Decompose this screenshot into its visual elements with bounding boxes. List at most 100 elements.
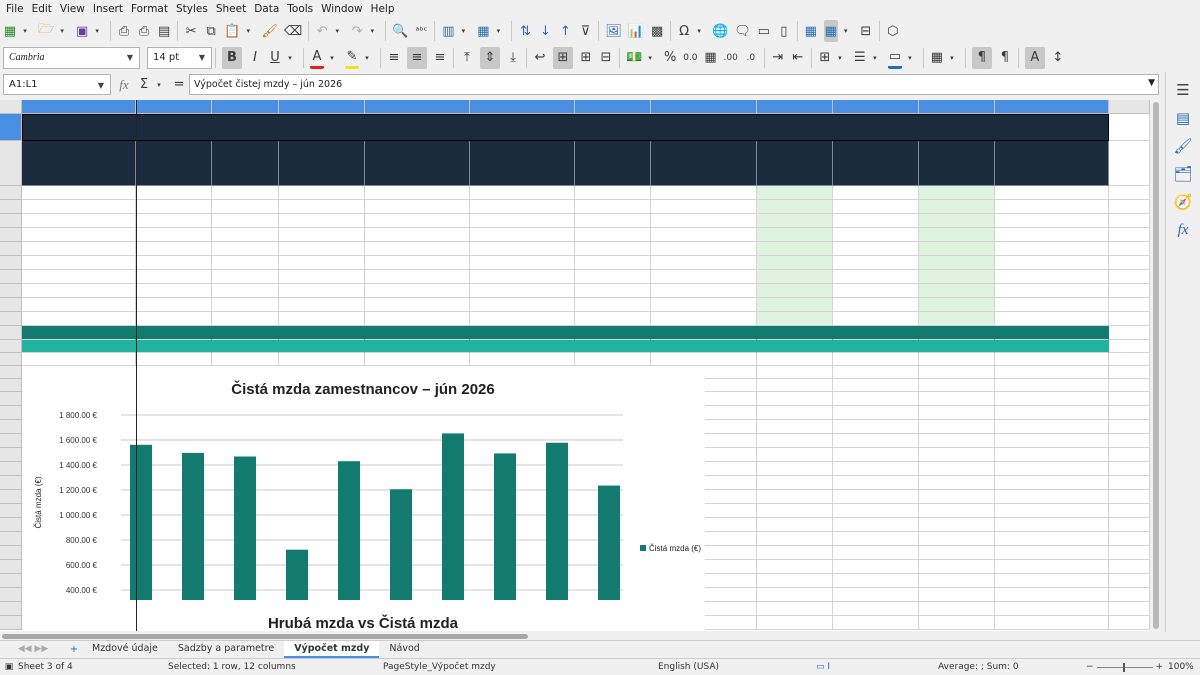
- empty-cell[interactable]: [757, 462, 833, 476]
- empty-cell[interactable]: [995, 353, 1109, 366]
- empty-cell[interactable]: [1109, 366, 1150, 379]
- value-cell[interactable]: [279, 312, 365, 326]
- value-cell[interactable]: [919, 270, 995, 284]
- value-cell[interactable]: [470, 186, 575, 200]
- value-cell[interactable]: [470, 242, 575, 256]
- value-cell[interactable]: [651, 228, 757, 242]
- font-name-combo[interactable]: Cambria ▼: [3, 46, 140, 69]
- empty-cell[interactable]: [1109, 476, 1150, 490]
- value-cell[interactable]: [279, 214, 365, 228]
- insert-chart-icon[interactable]: 📊: [628, 20, 644, 42]
- name-box[interactable]: A1:L1 ▼: [3, 74, 111, 95]
- navigator-icon[interactable]: 🧭: [1174, 188, 1193, 216]
- cut-icon[interactable]: ✂: [184, 20, 198, 42]
- special-char-dropdown-icon[interactable]: ▾: [692, 20, 706, 42]
- empty-cell[interactable]: [757, 379, 833, 392]
- clear-formatting-icon[interactable]: ⌫: [284, 20, 302, 42]
- row-header[interactable]: [0, 326, 22, 340]
- value-cell[interactable]: [212, 214, 279, 228]
- menu-tools[interactable]: Tools: [283, 0, 317, 18]
- value-cell[interactable]: [833, 200, 919, 214]
- value-cell[interactable]: [365, 270, 470, 284]
- value-cell[interactable]: [651, 242, 757, 256]
- employee-name-cell[interactable]: [22, 228, 136, 242]
- column-heading[interactable]: [22, 141, 136, 186]
- expand-formula-icon[interactable]: ▼: [1148, 78, 1155, 88]
- row-header[interactable]: [0, 256, 22, 270]
- row-header[interactable]: [0, 490, 22, 504]
- value-cell[interactable]: [919, 186, 995, 200]
- empty-cell[interactable]: [919, 462, 995, 476]
- value-cell[interactable]: [919, 242, 995, 256]
- empty-cell[interactable]: [919, 602, 995, 616]
- empty-cell[interactable]: [651, 353, 757, 366]
- export-pdf-icon[interactable]: ⎙: [117, 20, 131, 42]
- value-cell[interactable]: [995, 186, 1109, 200]
- empty-cell[interactable]: [757, 434, 833, 448]
- empty-cell[interactable]: [995, 392, 1109, 406]
- empty-cell[interactable]: [995, 434, 1109, 448]
- empty-cell[interactable]: [1109, 560, 1150, 574]
- value-cell[interactable]: [470, 312, 575, 326]
- sheet-tab[interactable]: Sadzby a parametre: [168, 641, 284, 658]
- row-header[interactable]: [0, 186, 22, 200]
- add-sheet-icon[interactable]: +: [66, 644, 82, 655]
- column-heading[interactable]: [919, 141, 995, 186]
- value-cell[interactable]: [757, 284, 833, 298]
- pivot-table-icon[interactable]: ▩: [650, 20, 664, 42]
- value-cell[interactable]: [919, 214, 995, 228]
- empty-cell[interactable]: [1109, 340, 1150, 353]
- value-cell[interactable]: [757, 214, 833, 228]
- value-cell[interactable]: [365, 200, 470, 214]
- value-cell[interactable]: [470, 256, 575, 270]
- empty-cell[interactable]: [22, 353, 136, 366]
- empty-cell[interactable]: [757, 366, 833, 379]
- value-cell[interactable]: [995, 298, 1109, 312]
- empty-cell[interactable]: [757, 588, 833, 602]
- total-cell[interactable]: [833, 326, 919, 340]
- align-bottom-icon[interactable]: ⤓: [506, 47, 520, 69]
- column-header[interactable]: [279, 100, 365, 114]
- empty-cell[interactable]: [919, 546, 995, 560]
- border-style-dropdown-icon[interactable]: ▾: [868, 47, 882, 69]
- column-heading[interactable]: [365, 141, 470, 186]
- empty-cell[interactable]: [1109, 602, 1150, 616]
- value-cell[interactable]: [995, 284, 1109, 298]
- show-draw-functions-icon[interactable]: ⊟: [859, 20, 873, 42]
- empty-cell[interactable]: [1109, 186, 1150, 200]
- conditional-format-icon[interactable]: ▦: [930, 47, 944, 69]
- value-cell[interactable]: [833, 228, 919, 242]
- value-cell[interactable]: [365, 214, 470, 228]
- merge-cells-icon[interactable]: ⊞: [579, 47, 593, 69]
- empty-cell[interactable]: [757, 448, 833, 462]
- row-header[interactable]: [0, 340, 22, 353]
- empty-cell[interactable]: [757, 518, 833, 532]
- value-cell[interactable]: [279, 200, 365, 214]
- empty-cell[interactable]: [1109, 256, 1150, 270]
- menu-styles[interactable]: Styles: [172, 0, 212, 18]
- horizontal-scroll-thumb[interactable]: [2, 634, 528, 639]
- wrap-text-icon[interactable]: ↩: [533, 47, 547, 69]
- date-format-icon[interactable]: ▦: [704, 47, 718, 69]
- column-header[interactable]: [22, 100, 136, 114]
- column-header[interactable]: [995, 100, 1109, 114]
- row-header[interactable]: [0, 312, 22, 326]
- empty-cell[interactable]: [833, 406, 919, 420]
- total-cell[interactable]: [212, 326, 279, 340]
- value-cell[interactable]: [575, 214, 651, 228]
- value-cell[interactable]: [575, 186, 651, 200]
- empty-cell[interactable]: [1109, 379, 1150, 392]
- empty-cell[interactable]: [995, 532, 1109, 546]
- styles-icon[interactable]: 🖌: [1173, 132, 1192, 160]
- row-header[interactable]: [0, 574, 22, 588]
- value-cell[interactable]: [212, 186, 279, 200]
- column-heading[interactable]: [757, 141, 833, 186]
- italic-icon[interactable]: I: [248, 47, 262, 69]
- redo-icon[interactable]: ↷: [350, 20, 364, 42]
- value-cell[interactable]: [470, 228, 575, 242]
- align-top-icon[interactable]: ⤒: [460, 47, 474, 69]
- value-cell[interactable]: [995, 270, 1109, 284]
- empty-cell[interactable]: [365, 353, 470, 366]
- increase-indent-icon[interactable]: ⇥: [771, 47, 785, 69]
- empty-cell[interactable]: [995, 588, 1109, 602]
